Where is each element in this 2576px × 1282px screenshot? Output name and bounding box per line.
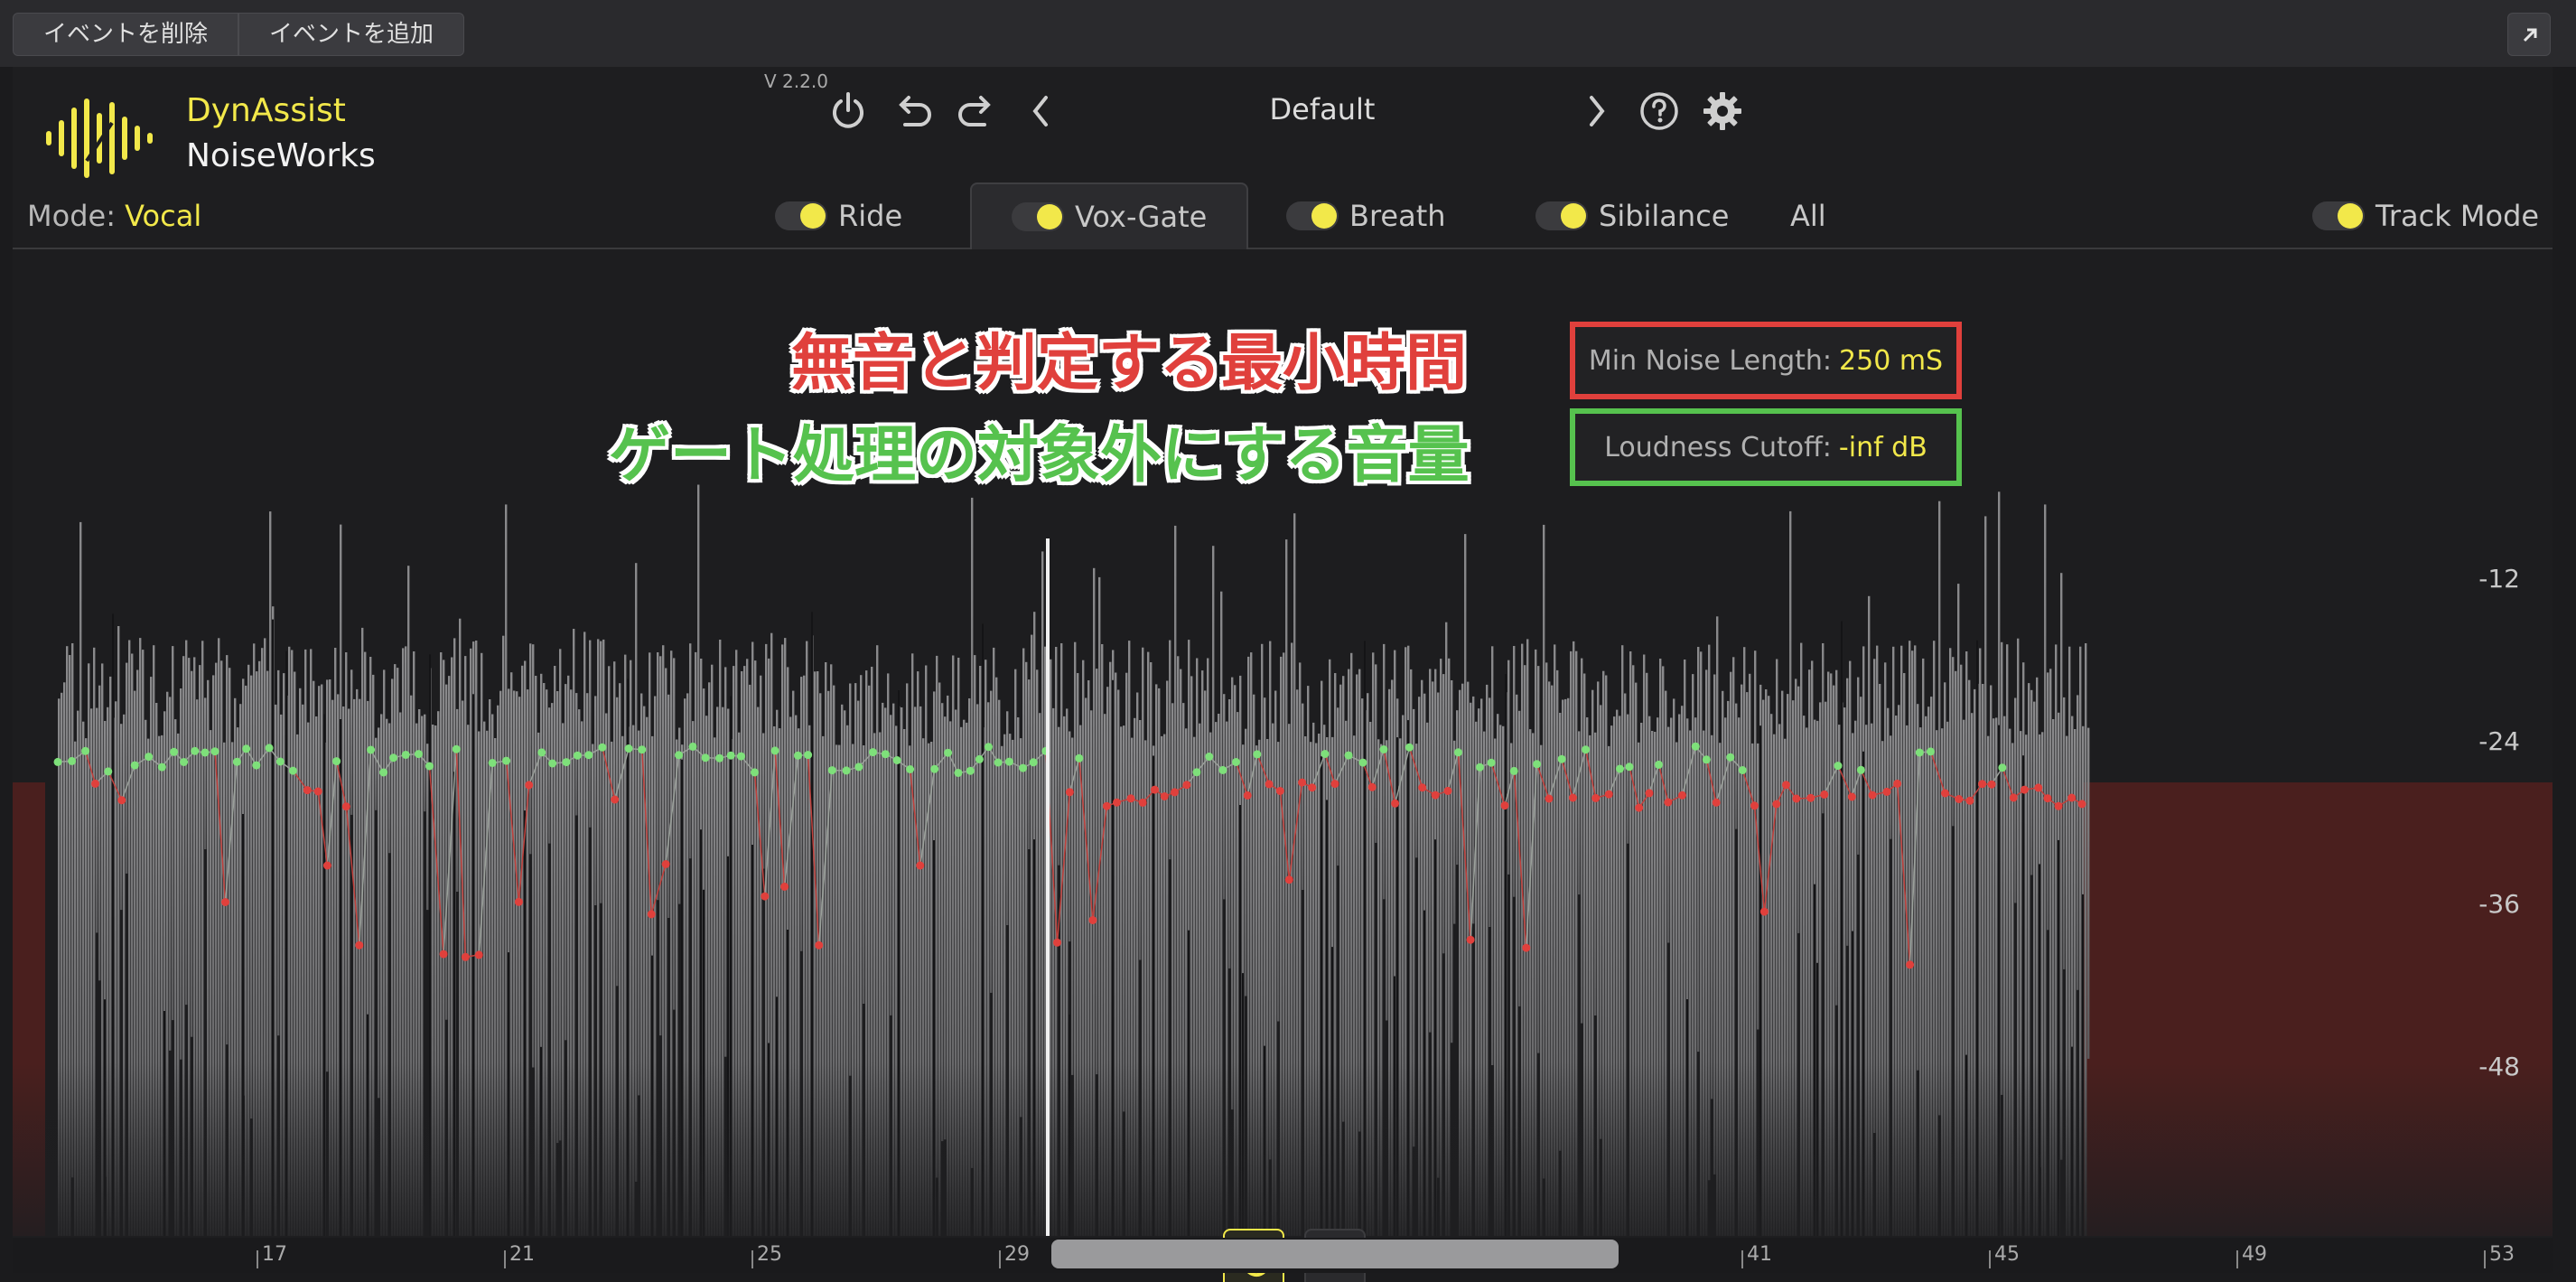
brand-subname: NoiseWorks [186,137,376,174]
db-label-12: -12 [2478,564,2520,594]
waveform-fade [13,1062,2553,1236]
db-label-36: -36 [2478,889,2520,919]
mode-label: Mode: [27,199,116,233]
track-mode-label: Track Mode [2375,199,2540,233]
logo-icon [46,98,153,178]
tab-breath[interactable]: Breath [1286,182,1446,249]
help-icon[interactable] [1635,87,1684,136]
plugin-window: DynAssist NoiseWorks V 2.2.0 Default Mod… [13,67,2553,1282]
timeline-tick: 53 [2484,1243,2515,1268]
tab-breath-label: Breath [1349,199,1446,233]
track-mode-toggle[interactable] [2312,201,2365,230]
previous-preset-icon[interactable] [1017,87,1066,136]
loudness-cutoff-param[interactable]: Loudness Cutoff: -inf dB [1570,408,1962,486]
power-icon[interactable] [824,87,873,136]
timeline-tick: 29 [999,1243,1030,1268]
vox-gate-toggle[interactable] [1012,202,1064,231]
timeline-tick: 45 [1989,1243,2020,1268]
version-label: V 2.2.0 [764,70,828,92]
tab-all[interactable]: All [1790,182,1826,249]
tab-vox-gate[interactable]: Vox-Gate [970,182,1249,249]
timeline-tick: 17 [257,1243,287,1268]
tab-sibilance-label: Sibilance [1599,199,1730,233]
tab-all-label: All [1790,199,1826,233]
redo-icon[interactable] [952,87,1001,136]
loudness-label: Loudness Cutoff: [1604,431,1832,463]
host-toolbar: イベントを削除 イベントを追加 [0,0,2576,67]
min-noise-length-param[interactable]: Min Noise Length: 250 mS [1570,322,1962,399]
ride-toggle[interactable] [775,201,827,230]
mode-value: Vocal [125,199,202,233]
timeline-tick: 25 [751,1243,782,1268]
breath-toggle[interactable] [1286,201,1339,230]
min-noise-value: 250 mS [1839,344,1944,377]
tab-ride-label: Ride [838,199,903,233]
timeline-scrollbar[interactable] [1051,1240,1619,1268]
timeline-tick: 21 [504,1243,535,1268]
sibilance-toggle[interactable] [1535,201,1588,230]
annotation-loudness: ゲート処理の対象外にする音量 [609,420,1470,491]
mode-selector[interactable]: Mode: Vocal [27,199,201,233]
delete-event-button[interactable]: イベントを削除 [13,13,238,56]
tab-vox-gate-label: Vox-Gate [1075,200,1208,234]
loudness-value: -inf dB [1838,431,1927,463]
db-label-48: -48 [2478,1052,2520,1081]
next-preset-icon[interactable] [1572,87,1620,136]
tab-sibilance[interactable]: Sibilance [1535,182,1729,249]
track-mode-switch[interactable]: Track Mode [2312,182,2539,249]
tab-ride[interactable]: Ride [775,182,902,249]
annotation-min-noise: 無音と判定する最小時間 [791,328,1468,399]
timeline-tick: 49 [2236,1243,2267,1268]
preset-name[interactable]: Default [1187,92,1458,126]
timeline-tick: 41 [1741,1243,1772,1268]
brand-name: DynAssist [186,92,346,129]
undo-icon[interactable] [889,87,938,136]
min-noise-label: Min Noise Length: [1588,344,1833,377]
expand-arrow-icon[interactable] [2507,13,2551,56]
settings-gear-icon[interactable] [1698,87,1747,136]
add-event-button[interactable]: イベントを追加 [238,13,464,56]
db-label-24: -24 [2478,726,2520,756]
